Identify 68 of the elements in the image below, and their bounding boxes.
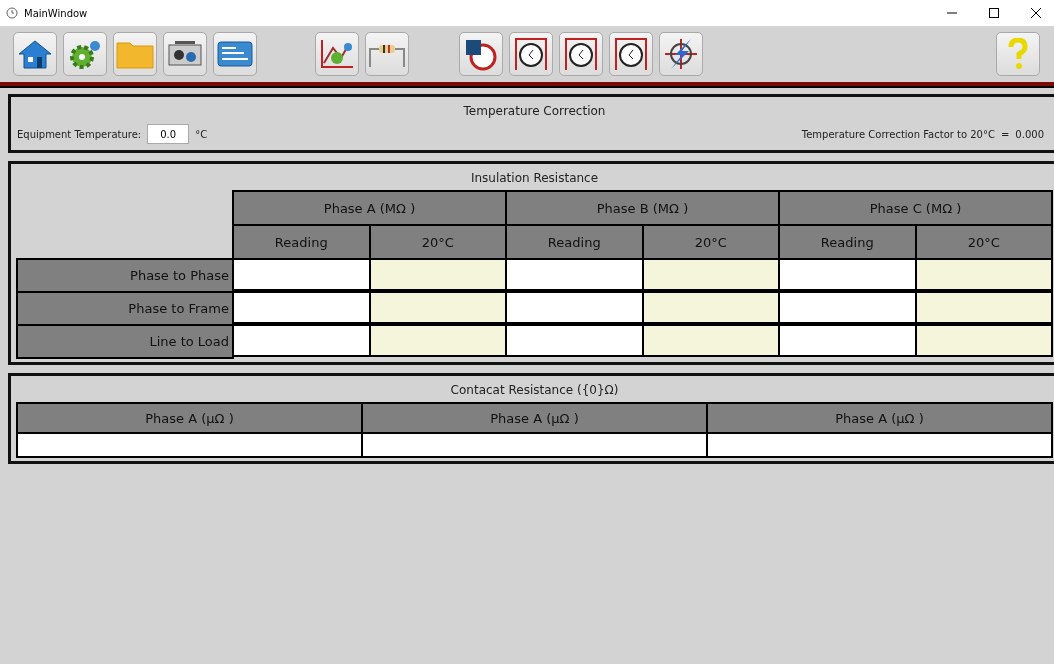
- value-field[interactable]: [16, 432, 363, 458]
- equipment-icon: [167, 39, 203, 69]
- value-field[interactable]: [778, 324, 917, 357]
- column-header: Phase A (μΩ ): [16, 402, 363, 434]
- card-icon: [217, 39, 253, 69]
- value-field[interactable]: [641, 258, 780, 291]
- row-header: Phase to Phase: [16, 258, 234, 293]
- stopwatch-icon: [463, 37, 499, 71]
- value-field[interactable]: [778, 258, 917, 291]
- column-header: Phase A (MΩ ): [232, 190, 507, 226]
- clock-icon: [613, 37, 649, 71]
- value-field[interactable]: [232, 291, 371, 324]
- toolbar-button[interactable]: [13, 32, 57, 76]
- factor-label: Temperature Correction Factor to 20°C: [801, 128, 995, 140]
- field-label: Equipment Temperature:: [17, 128, 142, 140]
- house-icon: [17, 38, 53, 70]
- value-field[interactable]: [505, 291, 644, 324]
- value-field[interactable]: [505, 258, 644, 291]
- section-title: Contacat Resistance ({0}Ω): [449, 382, 620, 399]
- help-icon: [1006, 38, 1030, 70]
- value-field[interactable]: [361, 432, 708, 458]
- clock-icon: [513, 37, 549, 71]
- value-field[interactable]: [368, 291, 507, 324]
- value-field[interactable]: [232, 324, 371, 357]
- equals-sign: =: [1000, 128, 1010, 140]
- clock-icon: [563, 37, 599, 71]
- column-header: Phase A (μΩ ): [361, 402, 708, 434]
- column-header: Phase A (μΩ ): [706, 402, 1053, 434]
- gears-icon: [67, 38, 103, 70]
- column-header: Reading: [232, 224, 371, 260]
- value-field[interactable]: [914, 324, 1053, 357]
- value-field[interactable]: [914, 258, 1053, 291]
- window-title: MainWindow: [24, 7, 89, 19]
- section-title: Insulation Resistance: [469, 170, 600, 187]
- toolbar-button[interactable]: [509, 32, 553, 76]
- row-header: Line to Load: [16, 324, 234, 359]
- chart-gear-icon: [319, 38, 355, 70]
- maximize-icon: [989, 8, 999, 18]
- toolbar-button[interactable]: [659, 32, 703, 76]
- column-header: Reading: [505, 224, 644, 260]
- value-field[interactable]: [368, 324, 507, 357]
- value-field[interactable]: [505, 324, 644, 357]
- unit-label: °C: [195, 128, 208, 140]
- value-field[interactable]: [706, 432, 1053, 458]
- section-title: Temperature Correction: [462, 103, 607, 120]
- value-field[interactable]: [778, 291, 917, 324]
- value-field[interactable]: [368, 258, 507, 291]
- toolbar-button[interactable]: [459, 32, 503, 76]
- value-field[interactable]: [914, 291, 1053, 324]
- folder-icon: [116, 39, 154, 69]
- column-header: 20°C: [641, 224, 780, 260]
- column-header: 20°C: [914, 224, 1053, 260]
- column-header: Phase B (MΩ ): [505, 190, 780, 226]
- column-header: Reading: [778, 224, 917, 260]
- column-header: 20°C: [368, 224, 507, 260]
- temperature-field[interactable]: 0.0: [147, 124, 190, 144]
- close-icon: [1031, 8, 1041, 18]
- toolbar-button[interactable]: [163, 32, 207, 76]
- column-header: Phase C (MΩ ): [778, 190, 1053, 226]
- value-field[interactable]: [641, 324, 780, 357]
- lightning-icon: [663, 37, 699, 71]
- toolbar-button[interactable]: [559, 32, 603, 76]
- row-header: Phase to Frame: [16, 291, 234, 326]
- value-field[interactable]: [641, 291, 780, 324]
- factor-value: 0.000: [1015, 128, 1044, 140]
- value-field[interactable]: [232, 258, 371, 291]
- toolbar-button[interactable]: [609, 32, 653, 76]
- app-icon: [6, 7, 18, 19]
